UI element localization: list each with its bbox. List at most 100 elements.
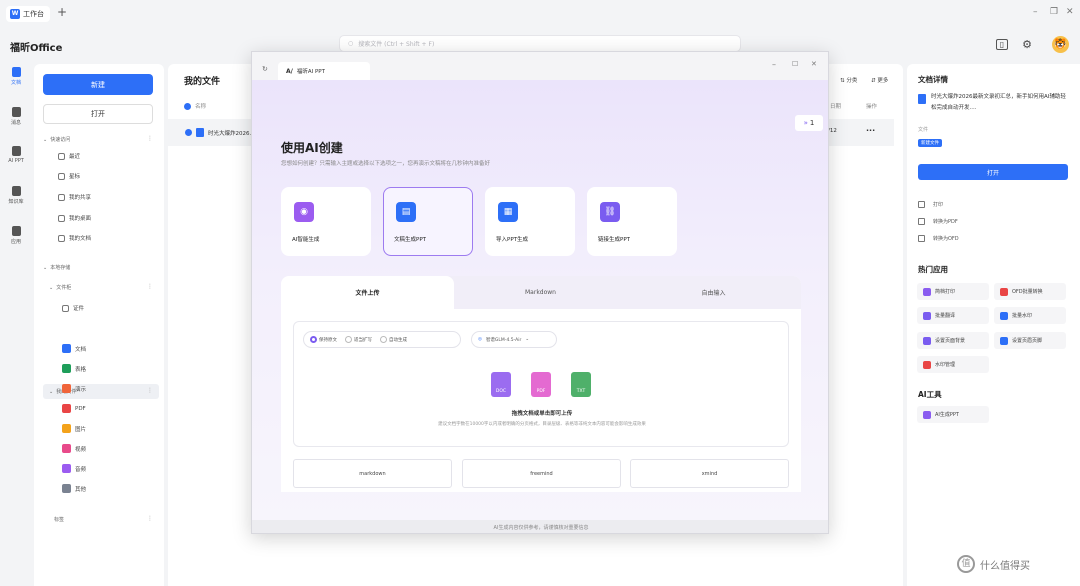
rail-docs[interactable]: 文档 bbox=[2, 67, 30, 86]
other-type-icon bbox=[62, 484, 71, 493]
format-markdown-button[interactable]: markdown bbox=[293, 459, 452, 488]
avatar[interactable]: 🐯 bbox=[1052, 36, 1069, 53]
message-icon bbox=[11, 107, 21, 117]
more-icon[interactable]: ⋮ bbox=[147, 283, 153, 290]
row-name[interactable]: 时光大爆炸2026... bbox=[185, 128, 255, 137]
rail-messages[interactable]: 消息 bbox=[2, 107, 30, 126]
new-tab-button[interactable]: + bbox=[57, 5, 67, 19]
sidebar-type-sheets[interactable]: 表格 bbox=[62, 364, 86, 373]
local-storage-header[interactable]: ⌄ 本地存储 bbox=[43, 264, 70, 272]
generation-mode-options: 保持原文 适当扩写 自动生成 bbox=[303, 331, 461, 348]
tab-label: 工作台 bbox=[23, 10, 44, 18]
card-ai-generate[interactable]: ◉ AI智能生成 bbox=[281, 187, 371, 256]
app-chip[interactable]: 设置页眉页脚 bbox=[994, 332, 1066, 349]
modal-minimize-icon[interactable]: – bbox=[772, 60, 776, 69]
sidebar-item-recent[interactable]: 最近 bbox=[58, 152, 80, 160]
more-icon[interactable]: ⋮ bbox=[147, 515, 153, 522]
format-xmind-button[interactable]: xmind bbox=[630, 459, 789, 488]
refresh-icon[interactable]: ↻ bbox=[262, 65, 268, 73]
card-import-ppt[interactable]: ▦ 导入PPT生成 bbox=[485, 187, 575, 256]
model-select[interactable]: ◎ 智谱GLM-4.5-Air ⌄ bbox=[471, 331, 557, 348]
search-input[interactable]: ○ 搜索文件 (Ctrl + Shift + F) bbox=[339, 35, 741, 52]
modal-footer-note: AI生成内容仅供参考，请谨慎核对重要信息 bbox=[252, 520, 828, 533]
folder-icon bbox=[58, 234, 65, 242]
option-keep-original[interactable]: 保持原文 bbox=[310, 336, 337, 343]
tab-workbench[interactable]: W 工作台 bbox=[6, 6, 50, 22]
doc-title: 时光大爆炸2026最新文录初汇总，新手如何用AI辅助轻松完成自动开发.... bbox=[931, 94, 1066, 111]
credits-badge[interactable]: » 1 bbox=[795, 115, 823, 131]
sidebar-type-slides[interactable]: 演示 bbox=[62, 384, 86, 393]
minimize-icon[interactable]: – bbox=[1033, 7, 1038, 17]
rail-ai-ppt[interactable]: AI PPT bbox=[2, 146, 30, 164]
sidebar-type-other[interactable]: 其他 bbox=[62, 484, 86, 493]
app-chip[interactable]: 批量水印 bbox=[994, 307, 1066, 324]
layout-toggle-icon[interactable]: ▯ bbox=[996, 39, 1008, 50]
sidebar-type-pdf[interactable]: PDF bbox=[62, 404, 86, 413]
open-doc-button[interactable]: 打开 bbox=[918, 164, 1068, 180]
tab-markdown[interactable]: Markdown bbox=[454, 276, 627, 309]
radio-icon bbox=[310, 336, 317, 343]
app-chip-ai-ppt[interactable]: AI生成PPT bbox=[917, 406, 989, 423]
option-auto[interactable]: 自动生成 bbox=[380, 336, 407, 343]
tab-file-upload[interactable]: 文件上传 bbox=[281, 276, 454, 309]
sidebar-item-my-docs[interactable]: 我的文档 bbox=[58, 234, 91, 242]
row-checkbox[interactable] bbox=[185, 129, 192, 136]
modal-close-icon[interactable]: ✕ bbox=[811, 60, 817, 68]
card-doc-to-ppt[interactable]: ▤ 文稿生成PPT bbox=[383, 187, 473, 256]
select-all-checkbox[interactable] bbox=[184, 102, 191, 110]
open-button[interactable]: 打开 bbox=[43, 104, 153, 124]
image-type-icon bbox=[62, 424, 71, 433]
sidebar-type-video[interactable]: 视频 bbox=[62, 444, 86, 453]
more-icon[interactable]: ⋮ bbox=[147, 387, 153, 394]
more-icon[interactable]: ⋮ bbox=[147, 135, 153, 142]
modal-subtitle: 您想如何创建？只需输入主题或选择以下选项之一，您再演示文稿将在几秒钟内准备好 bbox=[281, 161, 491, 167]
card-link-to-ppt[interactable]: ⛓ 链接生成PPT bbox=[587, 187, 677, 256]
settings-icon[interactable]: ⚙ bbox=[1020, 38, 1034, 52]
chevron-down-icon: ⌄ bbox=[43, 136, 48, 143]
document-icon: ▤ bbox=[396, 202, 416, 222]
modal-maximize-icon[interactable]: ☐ bbox=[792, 60, 798, 68]
sidebar-item-desktop[interactable]: 我的桌面 bbox=[58, 214, 91, 222]
app-chip[interactable]: OFD批量转换 bbox=[994, 283, 1066, 300]
new-button[interactable]: 新建 bbox=[43, 74, 153, 95]
document-icon bbox=[11, 67, 21, 77]
sidebar-type-images[interactable]: 图片 bbox=[62, 424, 86, 433]
sidebar-item-certificates[interactable]: 证件 bbox=[62, 304, 84, 312]
ai-ppt-icon bbox=[11, 146, 21, 156]
row-more-button[interactable]: ··· bbox=[866, 126, 875, 135]
sort-button[interactable]: ⇅ 分类 bbox=[840, 76, 857, 84]
tags-header[interactable]: 标签 bbox=[54, 516, 64, 523]
restore-icon[interactable]: ❐ bbox=[1050, 7, 1058, 17]
ai-ppt-modal: ↻ A/ 福昕AI PPT – ☐ ✕ » 1 使用AI创建 您想如何创建？只需输… bbox=[251, 51, 829, 534]
quick-access-header[interactable]: ⌄ 快速访问 bbox=[43, 136, 70, 144]
sidebar-type-audio[interactable]: 音频 bbox=[62, 464, 86, 473]
action-convert-pdf[interactable]: 转换为PDF bbox=[918, 218, 958, 225]
watermark-logo-icon: 值 bbox=[957, 555, 975, 573]
format-freemind-button[interactable]: freemind bbox=[462, 459, 621, 488]
print-icon bbox=[918, 201, 925, 208]
app-chip[interactable]: 简档打印 bbox=[917, 283, 989, 300]
column-header-name[interactable]: 名称 bbox=[184, 102, 206, 110]
upload-dropzone[interactable]: 保持原文 适当扩写 自动生成 ◎ 智谱GLM-4.5-Air ⌄ DOC PDF… bbox=[293, 321, 789, 447]
app-chip[interactable]: 设置页面背景 bbox=[917, 332, 989, 349]
sidebar-item-starred[interactable]: 星标 bbox=[58, 172, 80, 180]
sidebar-item-shared[interactable]: 我的共享 bbox=[58, 193, 91, 201]
action-convert-ofd[interactable]: 转换为OFD bbox=[918, 235, 959, 242]
app-chip[interactable]: 批量翻译 bbox=[917, 307, 989, 324]
more-button[interactable]: ⇵ 更多 bbox=[871, 76, 888, 84]
id-card-icon bbox=[62, 304, 69, 312]
modal-tab[interactable]: A/ 福昕AI PPT bbox=[278, 62, 370, 80]
option-expand[interactable]: 适当扩写 bbox=[345, 336, 372, 343]
ai-tools-title: AI工具 bbox=[918, 390, 942, 399]
rail-apps[interactable]: 应用 bbox=[2, 226, 30, 245]
rail-knowledge[interactable]: 知识库 bbox=[2, 186, 30, 205]
sidebar-type-docs[interactable]: 文档 bbox=[62, 344, 86, 353]
action-print[interactable]: 打印 bbox=[918, 201, 943, 208]
doc-details-title: 文档详情 bbox=[918, 75, 948, 84]
tab-free-input[interactable]: 自由输入 bbox=[627, 276, 800, 309]
ai-ppt-icon bbox=[923, 410, 931, 419]
close-icon[interactable]: ✕ bbox=[1066, 7, 1074, 17]
folder-cabinet-header[interactable]: ⌄ 文件柜 bbox=[49, 284, 71, 292]
watermark-icon bbox=[1000, 311, 1008, 320]
app-chip[interactable]: 水印管理 bbox=[917, 356, 989, 373]
